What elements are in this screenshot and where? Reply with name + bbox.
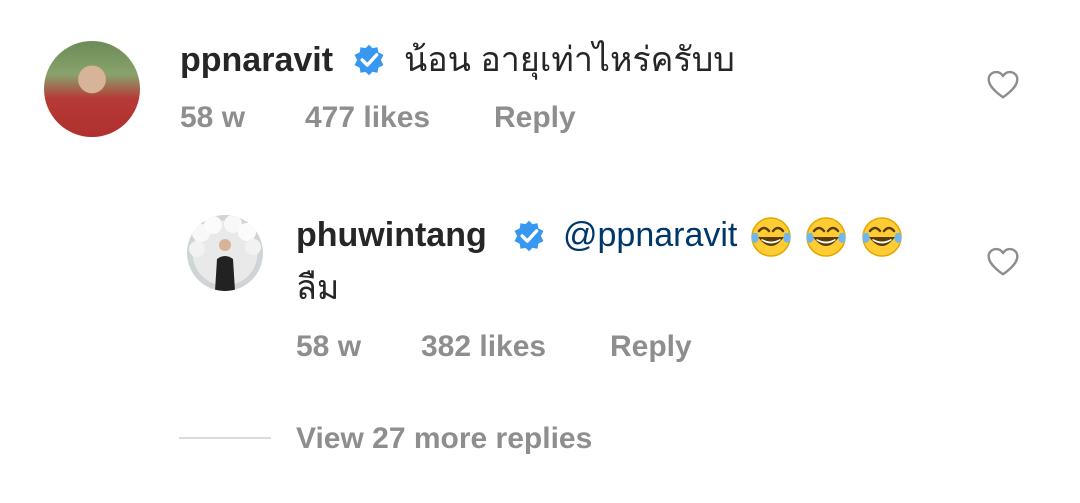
heart-icon[interactable] <box>986 70 1020 100</box>
comment-timestamp: 58 w <box>296 330 362 363</box>
reply-button[interactable]: Reply <box>610 329 692 365</box>
replies-divider <box>179 437 271 439</box>
laughing-emoji-icon <box>862 217 902 257</box>
heart-icon[interactable] <box>986 247 1020 277</box>
comment-text: น้อน อายุเท่าไหร่ครับบ <box>404 41 735 79</box>
laughing-emoji-icon <box>806 217 847 257</box>
likes-count[interactable]: 477 likes <box>305 100 430 136</box>
reply-first-line: @ppnaravit <box>563 215 904 259</box>
verified-badge-icon <box>514 220 544 252</box>
laughing-emoji-icon <box>751 217 791 257</box>
comment-timestamp: 58 w <box>180 101 246 134</box>
likes-count[interactable]: 382 likes <box>421 329 546 365</box>
verified-badge-icon <box>354 44 384 76</box>
avatar-ppnaravit[interactable] <box>44 41 140 137</box>
username-phuwintang[interactable]: phuwintang <box>296 215 487 255</box>
avatar-phuwintang[interactable] <box>187 215 263 291</box>
view-more-replies-button[interactable]: View 27 more replies <box>296 421 592 457</box>
username-ppnaravit[interactable]: ppnaravit <box>180 40 333 80</box>
mention-link[interactable]: @ppnaravit <box>563 216 737 254</box>
comment-text: ลืม <box>296 269 340 307</box>
avatar-image <box>189 215 261 291</box>
reply-button[interactable]: Reply <box>494 100 576 136</box>
